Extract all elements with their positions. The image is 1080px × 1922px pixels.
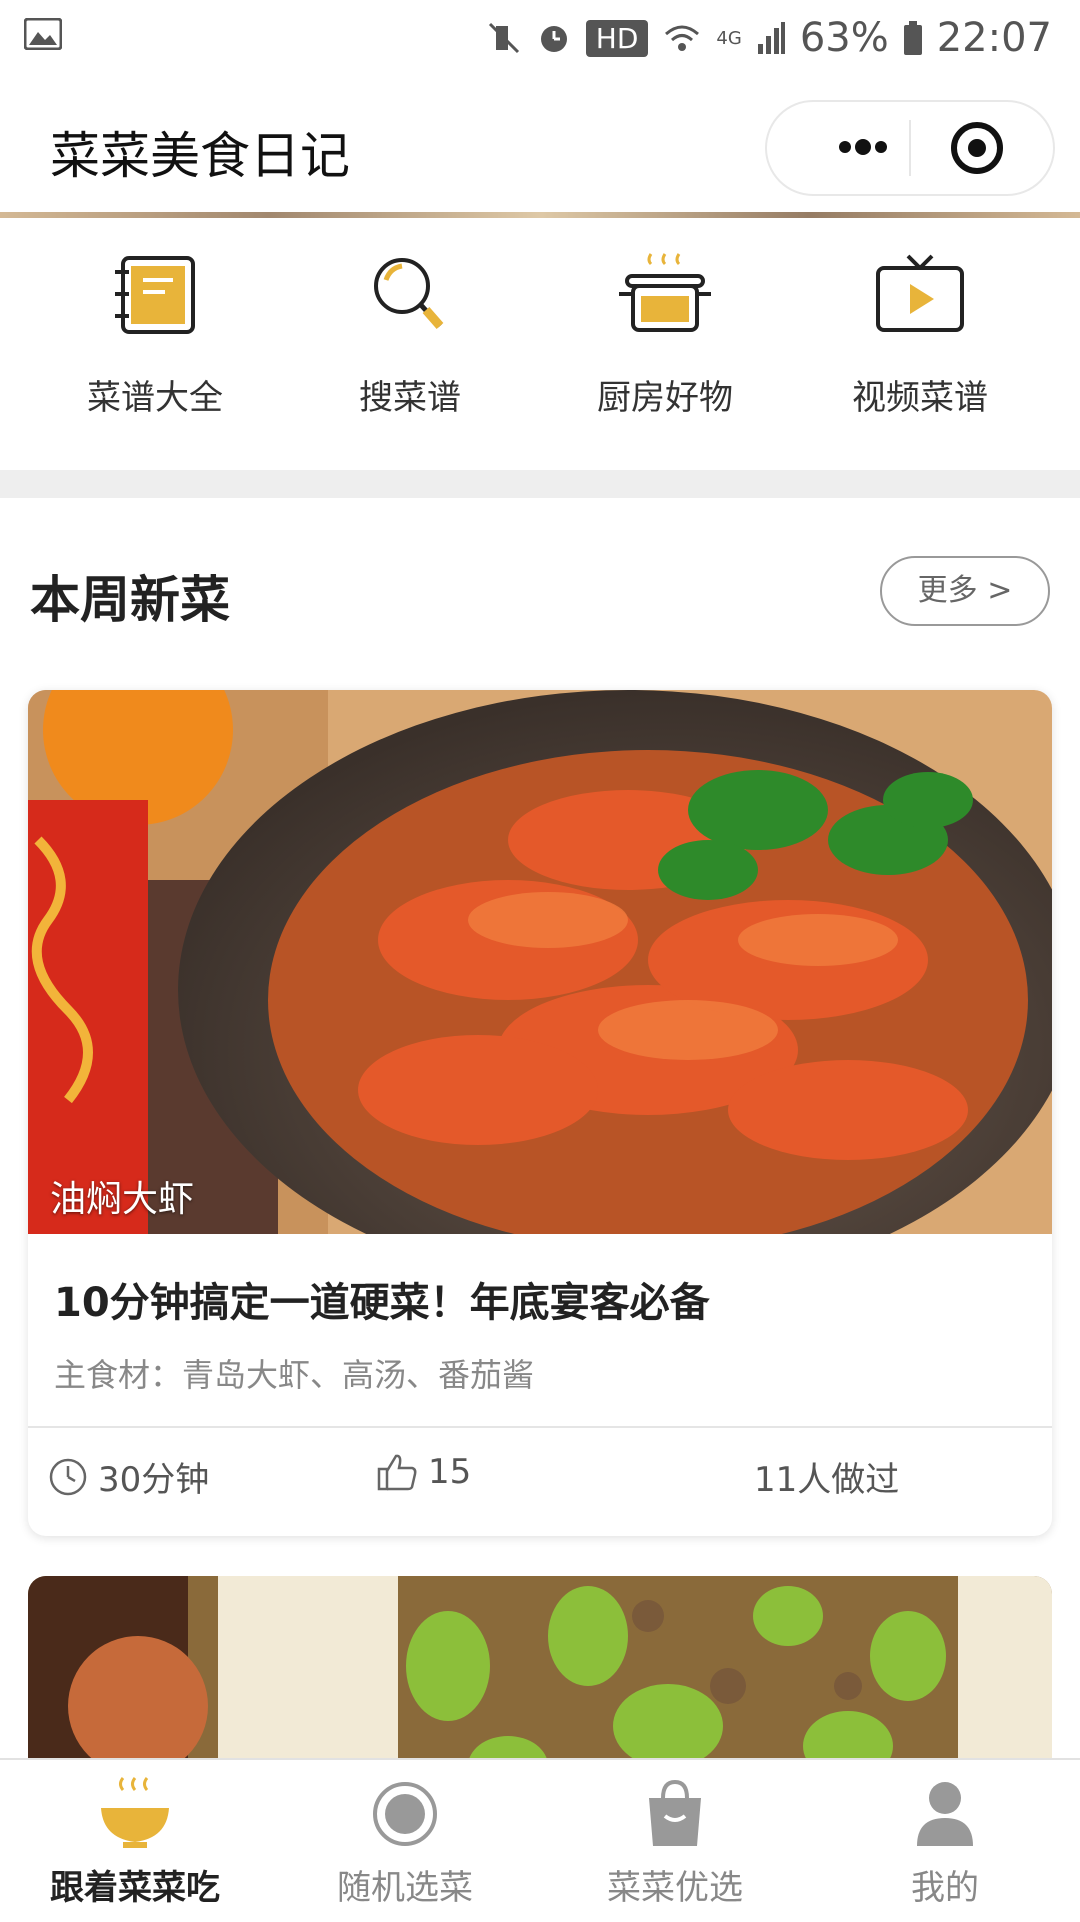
mini-program-capsule [765, 100, 1055, 196]
quick-nav-label: 视频菜谱 [852, 378, 988, 418]
quick-nav-label: 菜谱大全 [87, 378, 223, 418]
random-dot-icon [373, 1782, 437, 1846]
gallery-notification-icon [24, 18, 62, 50]
quick-nav-recipes[interactable]: 菜谱大全 [30, 250, 280, 419]
recipe-ingredients: 主食材：青岛大虾、高汤、番茄酱 [54, 1356, 535, 1394]
close-target-icon[interactable] [949, 120, 1005, 176]
tab-follow-caicai[interactable]: 跟着菜菜吃 [0, 1772, 270, 1909]
thumbs-up-icon [377, 1454, 417, 1491]
tab-label: 跟着菜菜吃 [50, 1868, 220, 1908]
braised-shrimp-photo [28, 690, 1052, 1234]
hd-badge: HD [585, 19, 649, 57]
steaming-bowl-icon [101, 1777, 169, 1848]
tab-mine[interactable]: 我的 [810, 1772, 1080, 1909]
bottom-tab-bar: 跟着菜菜吃 随机选菜 菜菜优选 我的 [0, 1758, 1080, 1922]
tab-caicai-picks[interactable]: 菜菜优选 [540, 1772, 810, 1909]
section-title: 本周新菜 [30, 571, 230, 629]
tv-video-icon [876, 254, 964, 332]
quick-nav-label: 厨房好物 [597, 378, 733, 418]
quick-nav-search[interactable]: 搜菜谱 [285, 250, 535, 419]
like-count[interactable]: 15 [376, 1452, 471, 1492]
tab-label: 随机选菜 [337, 1868, 473, 1908]
quick-nav: 菜谱大全 搜菜谱 厨房好物 视频菜谱 [0, 218, 1080, 470]
image-caption: 油焖大虾 [50, 1179, 195, 1220]
tab-random-pick[interactable]: 随机选菜 [270, 1772, 540, 1909]
more-button[interactable]: 更多 > [880, 556, 1050, 626]
clock: 22:07 [936, 15, 1052, 61]
like-count-value: 15 [428, 1452, 472, 1492]
status-bar: HD 4G 63% 22:07 [0, 0, 1080, 74]
capsule-divider [909, 120, 911, 176]
made-count: 11人做过 [754, 1452, 899, 1501]
battery-percent: 63% [799, 15, 889, 61]
quick-nav-label: 搜菜谱 [359, 378, 461, 418]
user-icon [917, 1782, 973, 1846]
wifi-icon [665, 25, 700, 51]
quick-nav-kitchen-goods[interactable]: 厨房好物 [540, 250, 790, 419]
search-icon [374, 258, 444, 329]
cooking-pot-icon [619, 253, 711, 332]
alarm-icon [540, 26, 567, 52]
recipe-image[interactable]: 油焖大虾 [28, 690, 1052, 1234]
title-bar: 菜菜美食日记 [0, 74, 1080, 214]
recipe-title[interactable]: 10分钟搞定一道硬菜！年底宴客必备 [54, 1270, 710, 1328]
tab-label: 我的 [911, 1868, 979, 1908]
cook-time-value: 30分钟 [98, 1460, 210, 1500]
recipe-book-icon [115, 256, 195, 334]
recipe-card[interactable]: 油焖大虾 10分钟搞定一道硬菜！年底宴客必备 主食材：青岛大虾、高汤、番茄酱 3… [28, 690, 1052, 1536]
tab-label: 菜菜优选 [607, 1868, 743, 1908]
clock-icon [49, 1458, 87, 1495]
signal-icon [757, 22, 785, 54]
shopping-bag-icon [649, 1779, 701, 1846]
quick-nav-video-recipes[interactable]: 视频菜谱 [795, 250, 1045, 419]
section-divider [0, 470, 1080, 498]
vibrate-mute-icon [488, 22, 519, 54]
network-type: 4G [716, 27, 742, 49]
more-options-icon[interactable] [811, 132, 911, 162]
app-title: 菜菜美食日记 [50, 127, 350, 185]
made-count-value: 11人做过 [754, 1460, 900, 1500]
battery-icon [903, 21, 922, 55]
card-divider [28, 1426, 1052, 1428]
cook-time: 30分钟 [48, 1452, 209, 1501]
